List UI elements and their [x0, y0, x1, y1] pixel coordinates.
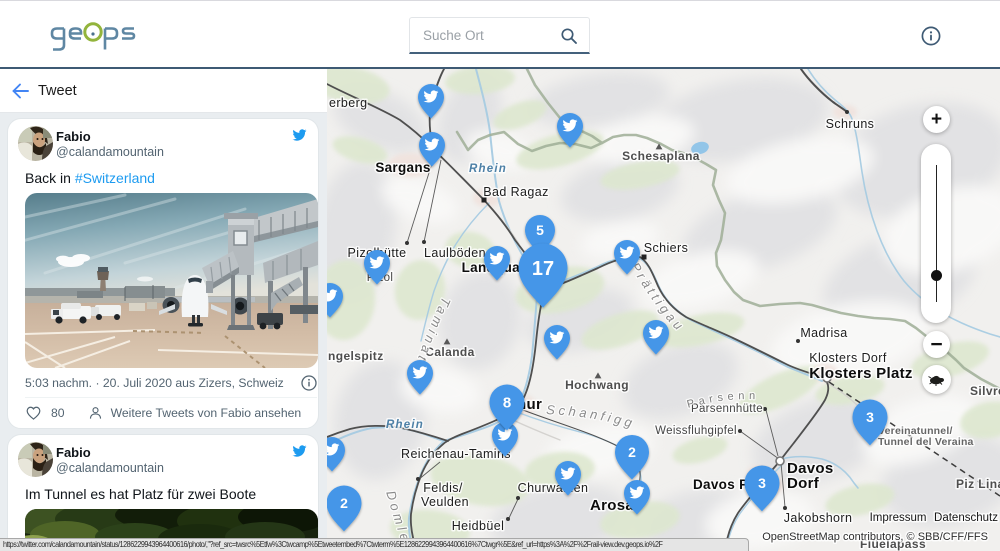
zoom-in-button[interactable]: +: [923, 106, 950, 133]
person-icon: [88, 405, 103, 421]
map-label: Veulden: [421, 495, 469, 509]
tweet-divider: [25, 397, 317, 398]
like-button[interactable]: 80: [25, 405, 65, 421]
search-icon[interactable]: [560, 27, 578, 45]
cluster-count: 3: [866, 409, 874, 425]
cluster-count: 17: [532, 258, 554, 280]
map-base-layer: erberg Sargans Bad Ragaz Schruns Schiers Laul…: [327, 69, 1000, 551]
tweet-author-name[interactable]: Fabio: [56, 445, 91, 460]
back-arrow-icon[interactable]: [11, 82, 30, 100]
tweet-card[interactable]: Fabio @calandamountain Im Tunnel es hat …: [7, 434, 319, 551]
tweet-text: Back in #Switzerland: [25, 169, 308, 188]
tweet-card[interactable]: Fabio @calandamountain Back in #Switzerl…: [7, 118, 319, 429]
tweet-author-handle[interactable]: @calandamountain: [56, 461, 164, 475]
tweet-timestamp: 5:03 nachm. · 20. Juli 2020 aus Zizers, …: [25, 376, 318, 390]
map-label: Sargans: [375, 160, 430, 175]
sidebar-title: Tweet: [38, 83, 77, 99]
map-label: Schruns: [826, 117, 875, 131]
sidebar-header: Tweet: [0, 69, 327, 113]
map-label: ngelspitz: [328, 349, 384, 363]
search-box: [409, 17, 590, 54]
avatar: [18, 126, 53, 161]
fly-mode-button[interactable]: [922, 365, 951, 394]
station-symbol: [845, 110, 849, 114]
twitter-icon[interactable]: [291, 128, 308, 142]
map-label: Hochwang: [565, 378, 629, 392]
station-symbol: [738, 429, 742, 433]
map-canvas[interactable]: erberg Sargans Bad Ragaz Schruns Schiers Laul…: [327, 69, 1000, 551]
map-label: Bad Ragaz: [483, 185, 548, 199]
map-label: Madrisa: [800, 326, 847, 340]
station-symbol: [405, 241, 409, 245]
cluster-count: 8: [503, 394, 511, 411]
map-label: Klosters Dorf: [809, 351, 887, 365]
zoom-out-button[interactable]: −: [923, 331, 950, 358]
cluster-count: 3: [758, 475, 766, 491]
map-label: Silvretta: [970, 384, 1000, 398]
map-label: Schiers: [644, 241, 688, 255]
station-symbol: [776, 457, 784, 465]
more-tweets-link[interactable]: Weitere Tweets von Fabio ansehen: [88, 405, 302, 421]
cluster-count: 2: [340, 495, 348, 511]
fly-icon: [928, 374, 945, 386]
map-label: Piz Linard: [956, 477, 1000, 491]
map-label: Jakobshorn: [784, 511, 853, 525]
tweet-text: Im Tunnel es hat Platz für zwei Boote: [25, 485, 308, 504]
map-label: Schesaplana: [622, 149, 700, 163]
like-count: 80: [51, 406, 65, 420]
station-symbol: [516, 496, 520, 500]
map-label: Tunnel del Veraina: [878, 436, 974, 448]
tweet-actions: 80 Weitere Tweets von Fabio ansehen: [25, 404, 308, 422]
station-symbol: [506, 517, 510, 521]
tweet-author-handle[interactable]: @calandamountain: [56, 145, 164, 159]
tweet-text-prefix: Back in: [25, 170, 75, 186]
map-label: Laulböden: [424, 246, 486, 260]
hashtag-link[interactable]: #Switzerland: [75, 170, 155, 186]
map-label: Heidbüel: [452, 519, 505, 533]
station-symbol: [783, 506, 787, 510]
tweet-sidebar: Tweet: [0, 69, 327, 551]
map-label: Reichenau-Tamins: [401, 447, 511, 461]
map-attribution: OpenStreetMap contributors, © SBB/CFF/FF…: [762, 531, 988, 543]
plus-icon: +: [931, 109, 942, 131]
tweet-photo-airport[interactable]: [25, 193, 318, 368]
heart-icon: [25, 405, 42, 421]
avatar: [18, 442, 53, 477]
cluster-count: 5: [536, 222, 544, 238]
tweet-info-icon[interactable]: [301, 375, 317, 391]
map-footer-link[interactable]: Impressum: [870, 512, 927, 524]
tweet-list: Fabio @calandamountain Back in #Switzerl…: [0, 113, 327, 551]
station-symbol: [763, 407, 767, 411]
cluster-count: 2: [628, 444, 636, 460]
station-symbol: [642, 255, 647, 260]
map-label: Dorf: [787, 475, 820, 492]
app-window: Tweet: [0, 0, 1000, 551]
browser-status-bar: https://twitter.com/calandamountain/stat…: [0, 538, 749, 551]
map-label: erberg: [329, 96, 368, 110]
zoom-slider-handle[interactable]: [931, 270, 942, 281]
minus-icon: −: [930, 333, 942, 357]
map-label: Rhein: [386, 419, 424, 431]
top-header: [0, 0, 1000, 69]
map-label: Feldis/: [423, 481, 463, 495]
tweet-author-name[interactable]: Fabio: [56, 129, 91, 144]
twitter-icon[interactable]: [291, 444, 308, 458]
map-label: Rhein: [469, 163, 507, 175]
more-tweets-label: Weitere Tweets von Fabio ansehen: [111, 406, 302, 420]
zoom-slider[interactable]: [921, 144, 951, 323]
map-label: Klosters Platz: [809, 365, 912, 382]
station-symbol: [422, 240, 426, 244]
status-url-text: https://twitter.com/calandamountain/stat…: [3, 539, 662, 551]
station-symbol: [416, 477, 420, 481]
map-label: Weissfluhgipfel: [655, 425, 737, 437]
map-footer-link[interactable]: Datenschutz: [934, 512, 998, 524]
zoom-slider-rail: [936, 165, 938, 302]
info-icon[interactable]: [921, 26, 941, 46]
search-input[interactable]: [423, 25, 553, 45]
geops-logo[interactable]: [50, 21, 142, 58]
